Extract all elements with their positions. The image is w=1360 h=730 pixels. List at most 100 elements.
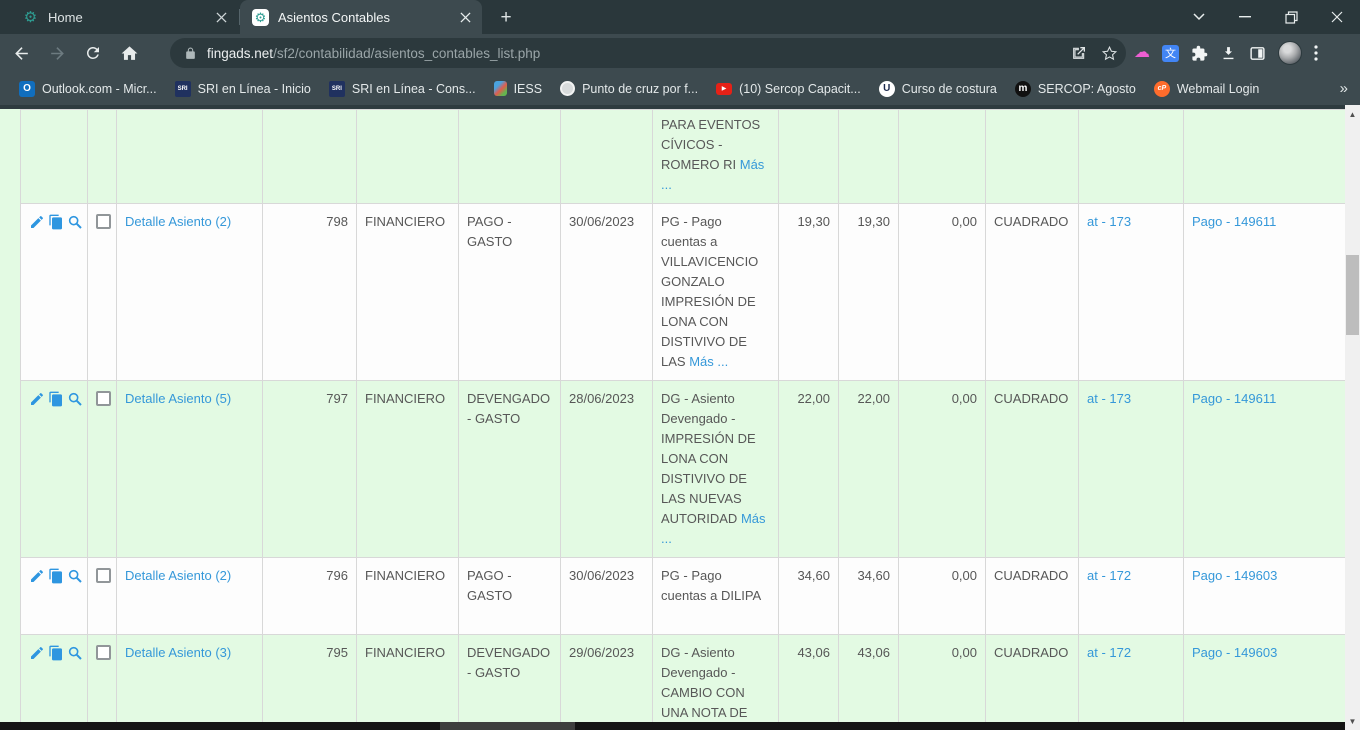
row-estado-cell: CUADRADO xyxy=(986,381,1079,558)
detalle-asiento-link[interactable]: Detalle Asiento (2) xyxy=(125,214,231,229)
scroll-up-arrow-icon[interactable]: ▲ xyxy=(1345,107,1360,121)
haber-value: 34,60 xyxy=(857,568,890,583)
descripcion-text: PG - Pago cuentas a VILLAVICENCIO GONZAL… xyxy=(661,214,758,369)
row-checkbox[interactable] xyxy=(96,391,111,406)
lock-icon[interactable] xyxy=(184,47,197,60)
bookmark-item[interactable]: Outlook.com - Micr... xyxy=(10,77,166,101)
row-detalle-cell: Detalle Asiento (3) xyxy=(117,635,263,730)
side-panel-icon[interactable] xyxy=(1249,45,1266,62)
profile-avatar[interactable] xyxy=(1278,41,1302,65)
site-favicon-gear-icon: ⚙ xyxy=(22,9,39,26)
tab-home[interactable]: ⚙ Home xyxy=(10,0,238,34)
edit-pencil-icon[interactable] xyxy=(29,645,45,661)
search-magnifier-icon[interactable] xyxy=(67,645,83,661)
search-magnifier-icon[interactable] xyxy=(67,391,83,407)
bookmark-item[interactable]: IESS xyxy=(485,77,552,101)
row-checkbox[interactable] xyxy=(96,645,111,660)
pago-link[interactable]: Pago - 149603 xyxy=(1192,568,1277,583)
search-magnifier-icon[interactable] xyxy=(67,568,83,584)
at-link[interactable]: at - 172 xyxy=(1087,568,1131,583)
debe-value: 22,00 xyxy=(797,391,830,406)
fecha-value: 30/06/2023 xyxy=(569,568,634,583)
home-icon[interactable] xyxy=(114,38,144,68)
row-modulo-cell: FINANCIERO xyxy=(357,635,459,730)
horizontal-scrollbar[interactable] xyxy=(0,722,1345,730)
mas-link[interactable]: Más ... xyxy=(689,354,728,369)
bookmark-item[interactable]: SRI en Línea - Inicio xyxy=(166,77,320,101)
estado-value: CUADRADO xyxy=(994,214,1068,229)
outlook-favicon-icon xyxy=(19,81,35,97)
forward-icon[interactable] xyxy=(42,38,72,68)
row-tipo-cell: DEVENGADO - GASTO xyxy=(459,635,561,730)
row-checkbox[interactable] xyxy=(96,568,111,583)
at-link[interactable]: at - 173 xyxy=(1087,214,1131,229)
translate-extension-icon[interactable]: 文 xyxy=(1162,45,1179,62)
menu-dots-icon[interactable] xyxy=(1314,45,1318,61)
bookmark-label: SRI en Línea - Cons... xyxy=(352,82,476,96)
vertical-scrollbar-thumb[interactable] xyxy=(1346,255,1359,335)
horizontal-scrollbar-thumb[interactable] xyxy=(440,722,575,730)
detalle-asiento-link[interactable]: Detalle Asiento (2) xyxy=(125,568,231,583)
fecha-value: 30/06/2023 xyxy=(569,214,634,229)
copy-pages-icon[interactable] xyxy=(48,391,64,407)
detalle-asiento-link[interactable]: Detalle Asiento (3) xyxy=(125,645,231,660)
downloads-icon[interactable] xyxy=(1220,45,1237,62)
edit-pencil-icon[interactable] xyxy=(29,214,45,230)
new-tab-button[interactable]: + xyxy=(494,6,518,30)
back-icon[interactable] xyxy=(6,38,36,68)
bookmarks-overflow-chevron[interactable]: » xyxy=(1340,80,1348,97)
reload-icon[interactable] xyxy=(78,38,108,68)
edit-pencil-icon[interactable] xyxy=(29,568,45,584)
row-numero-cell: 795 xyxy=(263,635,357,730)
search-magnifier-icon[interactable] xyxy=(67,214,83,230)
bookmark-item[interactable]: SRI en Línea - Cons... xyxy=(320,77,485,101)
bookmark-label: Outlook.com - Micr... xyxy=(42,82,157,96)
pago-link[interactable]: Pago - 149603 xyxy=(1192,645,1277,660)
diferencia-value: 0,00 xyxy=(952,214,977,229)
diferencia-value: 0,00 xyxy=(952,645,977,660)
bookmark-item[interactable]: SERCOP: Agosto xyxy=(1006,77,1145,101)
bookmarks-bar: Outlook.com - Micr... SRI en Línea - Ini… xyxy=(0,72,1360,105)
share-icon[interactable] xyxy=(1071,45,1087,61)
close-window-button[interactable] xyxy=(1314,0,1360,34)
extensions-puzzle-icon[interactable] xyxy=(1191,45,1208,62)
at-link[interactable]: at - 173 xyxy=(1087,391,1131,406)
table-row: Detalle Asiento (2) 796 FINANCIERO PAGO … xyxy=(21,558,1346,635)
bookmark-label: Webmail Login xyxy=(1177,82,1259,96)
table-row: Detalle Asiento (3) 795 FINANCIERO DEVEN… xyxy=(21,635,1346,730)
scroll-down-arrow-icon[interactable]: ▼ xyxy=(1345,714,1360,728)
row-pago-cell: Pago - 149611 xyxy=(1184,381,1346,558)
bookmark-label: SERCOP: Agosto xyxy=(1038,82,1136,96)
minimize-button[interactable] xyxy=(1222,0,1268,34)
at-link[interactable]: at - 172 xyxy=(1087,645,1131,660)
modulo-value: FINANCIERO xyxy=(365,214,445,229)
row-descripcion-cell: DG - Asiento Devengado - CAMBIO CON UNA … xyxy=(653,635,779,730)
tab-close-icon[interactable] xyxy=(457,9,474,26)
restore-button[interactable] xyxy=(1268,0,1314,34)
modulo-value: FINANCIERO xyxy=(365,568,445,583)
bookmark-item[interactable]: Curso de costura xyxy=(870,77,1006,101)
haber-value: 43,06 xyxy=(857,645,890,660)
bookmark-item[interactable]: (10) Sercop Capacit... xyxy=(707,77,870,101)
detalle-asiento-link[interactable]: Detalle Asiento (5) xyxy=(125,391,231,406)
copy-pages-icon[interactable] xyxy=(48,568,64,584)
url-text: fingads.net/sf2/contabilidad/asientos_co… xyxy=(207,46,540,61)
site-favicon-gear-icon: ⚙ xyxy=(252,9,269,26)
row-checkbox[interactable] xyxy=(96,214,111,229)
vertical-scrollbar[interactable]: ▲ ▼ xyxy=(1345,105,1360,730)
pago-link[interactable]: Pago - 149611 xyxy=(1192,214,1276,229)
cloud-extension-icon[interactable]: ☁ xyxy=(1134,45,1150,61)
bookmark-item[interactable]: Webmail Login xyxy=(1145,77,1268,101)
tab-asientos-contables[interactable]: ⚙ Asientos Contables xyxy=(240,0,482,34)
row-fecha-cell: 29/06/2023 xyxy=(561,635,653,730)
tab-close-icon[interactable] xyxy=(213,9,230,26)
tab-search-chevron-icon[interactable] xyxy=(1176,0,1222,34)
edit-pencil-icon[interactable] xyxy=(29,391,45,407)
pago-link[interactable]: Pago - 149611 xyxy=(1192,391,1276,406)
copy-pages-icon[interactable] xyxy=(48,645,64,661)
address-bar[interactable]: fingads.net/sf2/contabilidad/asientos_co… xyxy=(170,38,1126,68)
sri-favicon-icon xyxy=(175,81,191,97)
copy-pages-icon[interactable] xyxy=(48,214,64,230)
bookmark-item[interactable]: Punto de cruz por f... xyxy=(551,77,707,101)
bookmark-star-icon[interactable] xyxy=(1101,45,1118,62)
